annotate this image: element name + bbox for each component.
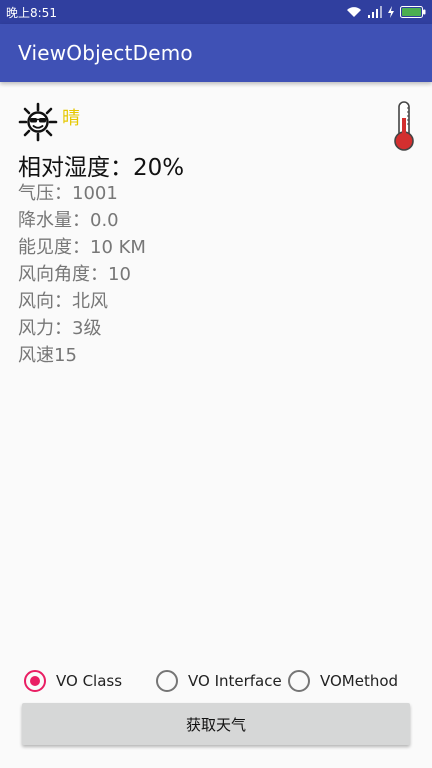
wind-angle-value: 风向角度：10 [18,264,131,285]
status-icons [346,6,426,18]
fetch-weather-label: 获取天气 [185,715,246,734]
wind-speed-value: 风速15 [18,345,77,366]
fetch-weather-button[interactable]: 获取天气 [22,703,410,745]
status-bar: 晚上8:51 [0,0,432,24]
signal-icon [368,6,382,18]
wifi-icon [346,6,362,18]
charging-icon [388,6,394,18]
battery-icon [400,6,426,18]
app-title: ViewObjectDemo [18,41,193,65]
visibility-value: 能见度：10 KM [18,237,146,258]
status-time: 晚上8:51 [6,5,57,20]
pressure-value: 气压：1001 [18,183,118,204]
radio-vo-interface-label: VO Interface [188,672,282,690]
weather-state: 晴 [62,108,80,129]
radio-checked-icon[interactable] [24,670,46,692]
radio-unchecked-icon[interactable] [288,670,310,692]
weather-panel: 晴 相对湿度：20% 气压：1001 降水量：0.0 能见度：10 KM 风向角… [0,82,432,642]
radio-vo-class[interactable]: VO Class [24,668,122,694]
mode-radio-group: VO Class VO Interface VOMethod [0,664,432,698]
radio-vo-method-label: VOMethod [320,672,399,690]
weather-details: 气压：1001 降水量：0.0 能见度：10 KM 风向角度：10 风向：北风 … [18,180,146,369]
precipitation-value: 降水量：0.0 [18,210,119,231]
wind-force-value: 风力：3级 [18,318,102,339]
sun-sunglasses-icon [18,102,62,146]
radio-unchecked-icon[interactable] [156,670,178,692]
thermometer-icon [392,100,416,152]
humidity-value: 相对湿度：20% [18,155,185,181]
radio-vo-interface[interactable]: VO Interface [156,668,282,694]
app-toolbar: ViewObjectDemo [0,24,432,82]
radio-vo-class-label: VO Class [56,672,123,690]
wind-direction-value: 风向：北风 [18,291,108,312]
radio-vo-method[interactable]: VOMethod [288,668,398,694]
